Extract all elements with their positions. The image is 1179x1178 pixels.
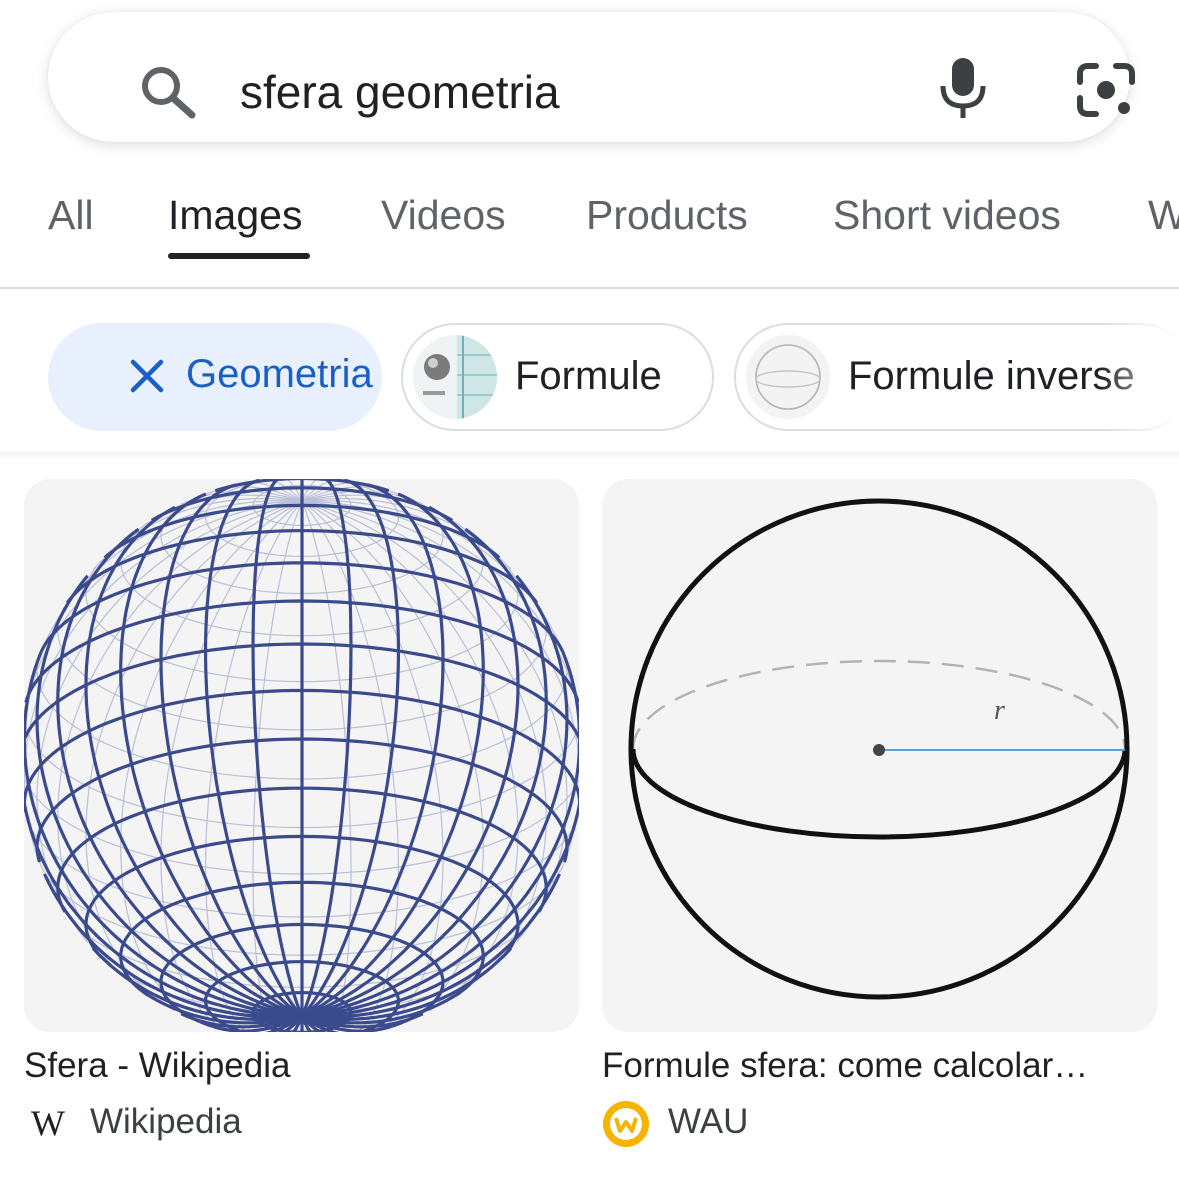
google-lens-icon[interactable]	[1076, 62, 1136, 118]
search-icon[interactable]	[138, 64, 198, 119]
wikipedia-logo-icon: W	[31, 1106, 65, 1140]
tab-web[interactable]: W	[1148, 192, 1179, 239]
active-tab-indicator	[168, 253, 310, 259]
sphere-back-grid-line	[85, 500, 303, 1012]
sphere-grid-line	[300, 479, 353, 1018]
tabs-divider	[0, 287, 1179, 289]
tab-products[interactable]: Products	[586, 192, 748, 239]
tab-videos[interactable]: Videos	[381, 192, 506, 239]
wau-logo-icon	[603, 1101, 649, 1147]
search-tabs: All Images Videos Products Short videos …	[0, 180, 1179, 290]
sphere-back-grid-line	[301, 501, 352, 1032]
svg-text:W: W	[31, 1106, 65, 1140]
search-input[interactable]: sfera geometria	[240, 66, 560, 118]
chip-formule[interactable]: Formule	[401, 323, 714, 431]
source-name: WAU	[668, 1102, 749, 1141]
chips-fade-overlay	[1100, 320, 1179, 435]
microphone-icon[interactable]	[938, 56, 988, 120]
sphere-back-grid-line	[301, 500, 519, 1012]
close-icon[interactable]	[128, 357, 166, 395]
search-bar[interactable]: sfera geometria	[48, 12, 1135, 142]
result-image-wikipedia[interactable]	[24, 479, 579, 1032]
source-name: Wikipedia	[90, 1102, 242, 1141]
chip-thumbnail	[746, 335, 830, 419]
chip-label: Formule	[515, 354, 662, 398]
chip-label: Formule inverse	[848, 354, 1135, 398]
sphere-grid-line	[251, 479, 304, 1018]
chips-shadow	[0, 452, 1179, 460]
chip-label: Geometria	[186, 352, 373, 396]
chip-thumbnail	[413, 335, 497, 419]
sphere-back-grid-line	[252, 501, 303, 1032]
wireframe-sphere-image	[24, 479, 579, 1032]
sphere-radius-diagram-image: r	[628, 498, 1130, 1000]
tab-images[interactable]: Images	[168, 192, 302, 239]
radius-label: r	[994, 695, 1005, 726]
tab-all[interactable]: All	[48, 192, 94, 239]
result-title[interactable]: Sfera - Wikipedia	[24, 1046, 290, 1086]
result-image-wau[interactable]: r	[602, 479, 1157, 1032]
tab-short-videos[interactable]: Short videos	[833, 192, 1061, 239]
result-title[interactable]: Formule sfera: come calcolar…	[602, 1046, 1088, 1086]
chip-geometria[interactable]: Geometria	[48, 323, 382, 431]
